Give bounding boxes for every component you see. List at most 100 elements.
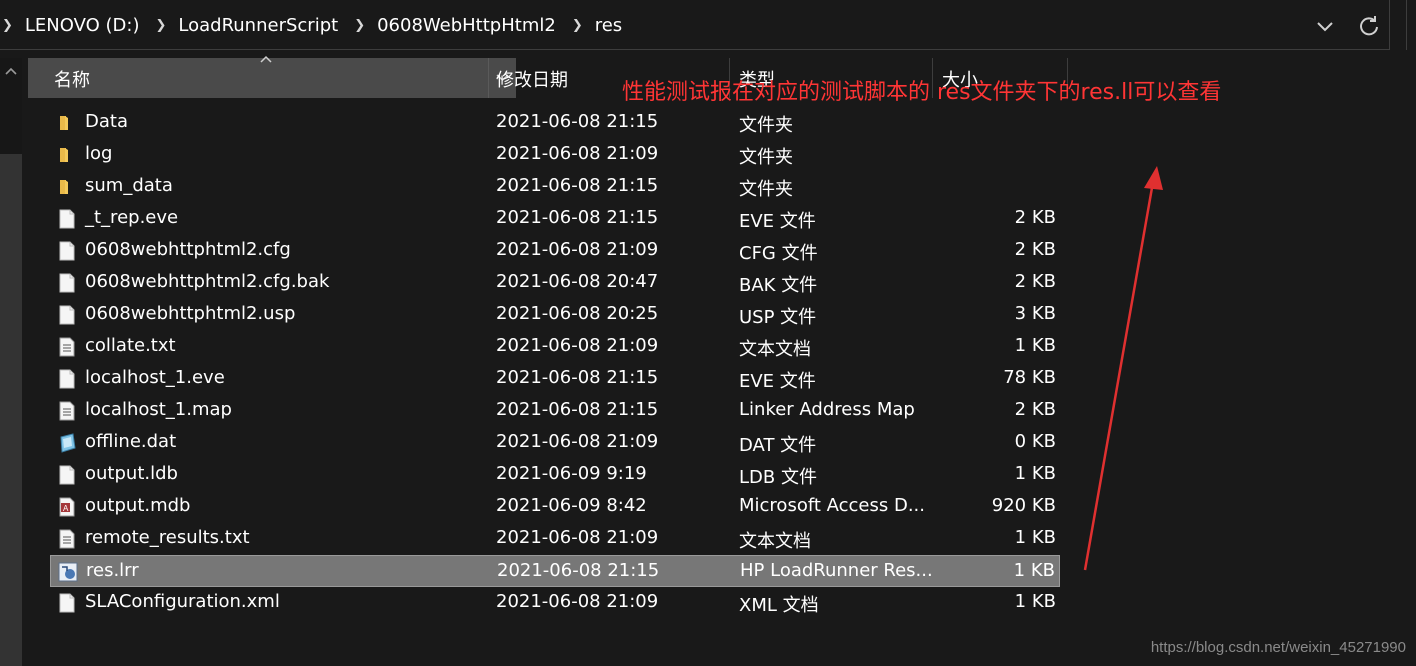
- file-type: 文件夹: [739, 115, 793, 136]
- breadcrumb-item[interactable]: 0608WebHttpHtml2: [377, 15, 556, 36]
- annotation-text: 性能测试报在对应的测试脚本的 res文件夹下的res.ll可以查看: [622, 80, 1222, 105]
- file-date: 2021-06-09 8:42: [496, 495, 647, 516]
- scrollbar-thumb[interactable]: [0, 154, 22, 666]
- file-size: 2 KB: [1014, 399, 1056, 420]
- file-name: 0608webhttphtml2.usp: [85, 303, 296, 324]
- file-size: 1 KB: [1014, 463, 1056, 484]
- text-file-icon: [57, 337, 77, 357]
- file-type: Microsoft Access D...: [739, 495, 926, 516]
- access-db-icon: A: [57, 497, 77, 517]
- file-name: collate.txt: [85, 335, 176, 356]
- sort-ascending-icon: [260, 55, 272, 63]
- file-type: EVE 文件: [739, 211, 816, 232]
- file-date: 2021-06-08 21:15: [496, 175, 659, 196]
- file-size: 1 KB: [1013, 560, 1055, 581]
- file-row[interactable]: localhost_1.eve 2021-06-08 21:15 EVE 文件 78 …: [50, 363, 1060, 395]
- file-row[interactable]: 0608webhttphtml2.cfg.bak 2021-06-08 20:47…: [50, 267, 1060, 299]
- file-icon: [57, 305, 77, 325]
- file-name: 0608webhttphtml2.cfg.bak: [85, 271, 330, 292]
- file-name: SLAConfiguration.xml: [85, 591, 280, 612]
- column-name-label: 名称: [54, 70, 90, 91]
- folder-icon: [57, 145, 77, 165]
- folder-icon: [57, 177, 77, 197]
- breadcrumb-separator-icon[interactable]: ❯: [2, 18, 13, 33]
- address-bar[interactable]: ❯ LENOVO (D:) ❯ LoadRunnerScript ❯ 0608WebHtt…: [0, 0, 1390, 50]
- file-row[interactable]: 0608webhttphtml2.cfg 2021-06-08 21:09 CFG …: [50, 235, 1060, 267]
- file-name: localhost_1.map: [85, 399, 232, 420]
- file-row[interactable]: SLAConfiguration.xml 2021-06-08 21:09 XML …: [50, 587, 1060, 619]
- svg-text:A: A: [63, 504, 69, 513]
- file-row[interactable]: 0608webhttphtml2.usp 2021-06-08 20:25 USP …: [50, 299, 1060, 331]
- file-size: 0 KB: [1014, 431, 1056, 452]
- file-row[interactable]: output.ldb 2021-06-09 9:19 LDB 文件 1 KB: [50, 459, 1060, 491]
- file-name: sum_data: [85, 175, 173, 196]
- file-name: offline.dat: [85, 431, 177, 452]
- file-row[interactable]: localhost_1.map 2021-06-08 21:15 Linker Ad…: [50, 395, 1060, 427]
- text-file-icon: [57, 401, 77, 421]
- file-name: res.lrr: [86, 560, 139, 581]
- loadrunner-file-icon: [58, 562, 78, 582]
- file-size: 3 KB: [1014, 303, 1056, 324]
- text-file-icon: [57, 529, 77, 549]
- file-icon: [57, 465, 77, 485]
- file-type: 文本文档: [739, 531, 811, 552]
- file-type: Linker Address Map: [739, 399, 915, 420]
- file-size: 1 KB: [1014, 591, 1056, 612]
- file-icon: [57, 209, 77, 229]
- file-type: 文本文档: [739, 339, 811, 360]
- file-row[interactable]: res.lrr 2021-06-08 21:15 HP LoadRunner Res…: [50, 555, 1060, 587]
- file-date: 2021-06-08 21:09: [496, 527, 659, 548]
- breadcrumb-item[interactable]: LENOVO (D:): [25, 15, 140, 36]
- chevron-down-icon[interactable]: [1313, 14, 1337, 38]
- folder-icon: [57, 113, 77, 133]
- search-box-edge[interactable]: [1406, 0, 1416, 50]
- file-type: EVE 文件: [739, 371, 816, 392]
- navigation-pane-scrollbar[interactable]: [0, 58, 22, 666]
- column-name-header[interactable]: [28, 58, 488, 98]
- file-date: 2021-06-08 21:09: [496, 143, 659, 164]
- file-icon: [57, 369, 77, 389]
- file-type: USP 文件: [739, 307, 817, 328]
- file-row[interactable]: offline.dat 2021-06-08 21:09 DAT 文件 0 KB: [50, 427, 1060, 459]
- file-size: 2 KB: [1014, 207, 1056, 228]
- file-size: 1 KB: [1014, 527, 1056, 548]
- file-date: 2021-06-09 9:19: [496, 463, 647, 484]
- breadcrumb-item[interactable]: LoadRunnerScript: [178, 15, 338, 36]
- file-name: output.mdb: [85, 495, 191, 516]
- file-row[interactable]: log 2021-06-08 21:09 文件夹: [50, 139, 1060, 171]
- file-row[interactable]: Data 2021-06-08 21:15 文件夹: [50, 107, 1060, 139]
- file-name: _t_rep.eve: [85, 207, 179, 228]
- file-icon: [57, 241, 77, 261]
- file-row[interactable]: _t_rep.eve 2021-06-08 21:15 EVE 文件 2 KB: [50, 203, 1060, 235]
- file-type: DAT 文件: [739, 435, 817, 456]
- dat-file-icon: [57, 433, 77, 453]
- file-name: output.ldb: [85, 463, 178, 484]
- file-date: 2021-06-08 21:09: [496, 591, 659, 612]
- file-type: CFG 文件: [739, 243, 818, 264]
- breadcrumb-separator-icon[interactable]: ❯: [572, 18, 583, 33]
- file-row[interactable]: Aoutput.mdb 2021-06-09 8:42 Microsoft Acce…: [50, 491, 1060, 523]
- file-name: Data: [85, 111, 128, 132]
- breadcrumb-separator-icon[interactable]: ❯: [155, 18, 166, 33]
- file-row[interactable]: remote_results.txt 2021-06-08 21:09 文本文档 1 …: [50, 523, 1060, 555]
- file-name: remote_results.txt: [85, 527, 250, 548]
- refresh-icon[interactable]: [1356, 13, 1382, 39]
- file-list: Data 2021-06-08 21:15 文件夹 log 2021-06-08 21:…: [50, 107, 1062, 619]
- file-type: 文件夹: [739, 147, 793, 168]
- breadcrumb-item[interactable]: res: [595, 15, 622, 36]
- scroll-up-icon[interactable]: [5, 66, 17, 76]
- file-type: HP LoadRunner Res...: [740, 560, 933, 581]
- file-icon: [57, 273, 77, 293]
- column-date-header[interactable]: 修改日期: [496, 66, 568, 92]
- annotation-arrow: [1083, 166, 1163, 571]
- file-row[interactable]: sum_data 2021-06-08 21:15 文件夹: [50, 171, 1060, 203]
- breadcrumb: ❯ LENOVO (D:) ❯ LoadRunnerScript ❯ 0608WebHtt…: [0, 0, 622, 50]
- file-date: 2021-06-08 20:47: [496, 271, 659, 292]
- file-size: 1 KB: [1014, 335, 1056, 356]
- file-row[interactable]: collate.txt 2021-06-08 21:09 文本文档 1 KB: [50, 331, 1060, 363]
- file-date: 2021-06-08 21:09: [496, 239, 659, 260]
- breadcrumb-separator-icon[interactable]: ❯: [354, 18, 365, 33]
- file-size: 2 KB: [1014, 239, 1056, 260]
- file-date: 2021-06-08 21:15: [496, 111, 659, 132]
- file-date: 2021-06-08 21:15: [496, 367, 659, 388]
